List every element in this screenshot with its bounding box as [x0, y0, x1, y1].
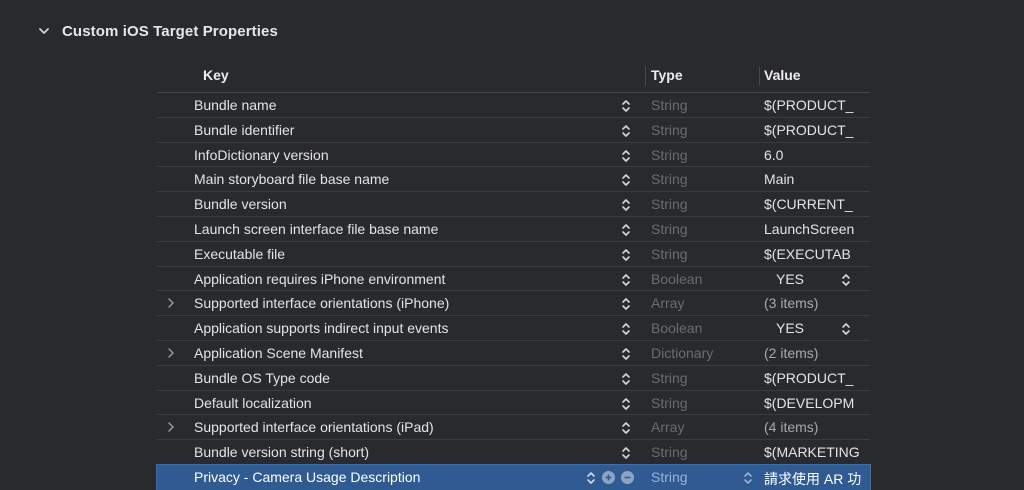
- row-type[interactable]: String: [651, 370, 688, 386]
- row-type[interactable]: String: [651, 171, 688, 187]
- row-value: (3 items): [764, 295, 819, 312]
- value-popup-stepper-icon[interactable]: [840, 272, 852, 288]
- chevron-down-icon[interactable]: [36, 23, 52, 39]
- row-key[interactable]: Privacy - Camera Usage Description: [194, 469, 420, 485]
- row-key[interactable]: Bundle version string (short): [194, 444, 369, 460]
- add-row-icon[interactable]: [602, 470, 615, 484]
- row-key[interactable]: Executable file: [194, 246, 285, 262]
- key-stepper-icon[interactable]: [620, 272, 632, 288]
- key-stepper-icon[interactable]: [620, 296, 632, 312]
- table-row[interactable]: InfoDictionary version String 6.0: [157, 143, 870, 168]
- row-value[interactable]: Main: [764, 171, 868, 187]
- key-stepper-icon[interactable]: [620, 123, 632, 139]
- value-popup-stepper-icon[interactable]: [840, 321, 852, 337]
- key-stepper-icon[interactable]: [620, 396, 632, 412]
- column-separator[interactable]: [759, 66, 760, 86]
- table-row[interactable]: Launch screen interface file base name St…: [157, 217, 870, 242]
- table-row[interactable]: Supported interface orientations (iPad) A…: [157, 415, 870, 441]
- table-row[interactable]: Executable file String $(EXECUTAB: [157, 242, 870, 267]
- row-type[interactable]: Dictionary: [651, 345, 713, 361]
- row-key[interactable]: Default localization: [194, 395, 312, 411]
- row-key[interactable]: Bundle version: [194, 196, 287, 212]
- row-type[interactable]: String: [651, 444, 688, 460]
- table-row[interactable]: Bundle version String $(CURRENT_: [157, 192, 870, 217]
- row-type[interactable]: String: [651, 122, 688, 138]
- row-value[interactable]: $(PRODUCT_: [764, 370, 868, 386]
- key-stepper-icon[interactable]: [585, 470, 597, 486]
- key-stepper-icon[interactable]: [620, 148, 632, 164]
- row-key[interactable]: Application Scene Manifest: [194, 345, 363, 361]
- key-stepper-icon[interactable]: [620, 420, 632, 436]
- row-type[interactable]: Boolean: [651, 320, 702, 336]
- key-stepper-icon[interactable]: [620, 172, 632, 188]
- row-type[interactable]: String: [651, 147, 688, 163]
- table-row[interactable]: Privacy - Camera Usage Description String…: [156, 463, 871, 490]
- row-value[interactable]: 請求使用 AR 功: [764, 469, 868, 489]
- row-value[interactable]: $(EXECUTAB: [764, 246, 868, 262]
- row-value: (4 items): [764, 419, 819, 436]
- row-value[interactable]: $(CURRENT_: [764, 196, 868, 212]
- table-row[interactable]: Application supports indirect input even…: [157, 316, 870, 341]
- table-header: Key Type Value: [157, 60, 870, 93]
- row-key[interactable]: Supported interface orientations (iPad): [194, 419, 434, 435]
- row-type[interactable]: String: [651, 469, 688, 485]
- key-stepper-icon[interactable]: [620, 346, 632, 362]
- table-row[interactable]: Main storyboard file base name String Main: [157, 167, 870, 193]
- row-value[interactable]: 6.0: [764, 147, 868, 163]
- column-separator[interactable]: [645, 66, 646, 86]
- row-key[interactable]: Bundle name: [194, 97, 277, 113]
- column-header-type[interactable]: Type: [651, 67, 683, 83]
- property-list-table: Key Type Value Bundle name String $(PRODUC…: [156, 60, 871, 490]
- key-stepper-icon[interactable]: [620, 247, 632, 263]
- row-value[interactable]: $(PRODUCT_: [764, 122, 868, 138]
- type-stepper-icon[interactable]: [742, 470, 754, 486]
- key-stepper-icon[interactable]: [620, 321, 632, 337]
- remove-row-icon[interactable]: [621, 470, 634, 484]
- table-row[interactable]: Application requires iPhone environment B…: [157, 267, 870, 292]
- column-header-value[interactable]: Value: [764, 67, 801, 83]
- row-type[interactable]: String: [651, 221, 688, 237]
- row-value[interactable]: $(MARKETING: [764, 444, 868, 460]
- key-stepper-icon[interactable]: [620, 371, 632, 387]
- disclosure-chevron-right-icon[interactable]: [165, 346, 177, 360]
- row-type[interactable]: Array: [651, 419, 684, 435]
- table-row[interactable]: Bundle name String $(PRODUCT_: [157, 93, 870, 118]
- key-stepper-icon[interactable]: [620, 98, 632, 114]
- table-row[interactable]: Supported interface orientations (iPhone…: [157, 291, 870, 317]
- table-body: Bundle name String $(PRODUCT_ Bundle identi…: [156, 93, 871, 490]
- table-row[interactable]: Bundle identifier String $(PRODUCT_: [157, 118, 870, 143]
- row-value[interactable]: YES: [776, 271, 826, 287]
- row-type[interactable]: String: [651, 395, 688, 411]
- row-key[interactable]: Application supports indirect input even…: [194, 320, 448, 336]
- row-key[interactable]: InfoDictionary version: [194, 147, 329, 163]
- row-type[interactable]: String: [651, 246, 688, 262]
- key-stepper-icon[interactable]: [620, 197, 632, 213]
- row-key[interactable]: Application requires iPhone environment: [194, 271, 445, 287]
- row-value[interactable]: YES: [776, 320, 826, 336]
- key-stepper-icon[interactable]: [620, 445, 632, 461]
- row-type[interactable]: Array: [651, 295, 684, 311]
- disclosure-chevron-right-icon[interactable]: [165, 420, 177, 434]
- section-header[interactable]: Custom iOS Target Properties: [36, 18, 278, 44]
- column-header-key[interactable]: Key: [203, 67, 229, 83]
- table-row[interactable]: Application Scene Manifest Dictionary (2 i…: [157, 341, 870, 366]
- row-type[interactable]: String: [651, 196, 688, 212]
- row-key[interactable]: Bundle identifier: [194, 122, 294, 138]
- row-type[interactable]: String: [651, 97, 688, 113]
- section-title: Custom iOS Target Properties: [62, 22, 278, 40]
- row-value[interactable]: LaunchScreen: [764, 221, 868, 237]
- row-key[interactable]: Supported interface orientations (iPhone…: [194, 295, 449, 311]
- table-row[interactable]: Default localization String $(DEVELOPM: [157, 391, 870, 416]
- table-row[interactable]: Bundle OS Type code String $(PRODUCT_: [157, 366, 870, 391]
- row-type[interactable]: Boolean: [651, 271, 702, 287]
- row-key[interactable]: Launch screen interface file base name: [194, 221, 438, 237]
- row-value[interactable]: $(DEVELOPM: [764, 395, 868, 411]
- table-row[interactable]: Bundle version string (short) String $(MAR…: [157, 440, 870, 465]
- row-key[interactable]: Bundle OS Type code: [194, 370, 330, 386]
- key-stepper-icon[interactable]: [620, 222, 632, 238]
- row-key[interactable]: Main storyboard file base name: [194, 171, 389, 187]
- disclosure-chevron-right-icon[interactable]: [165, 296, 177, 310]
- row-value[interactable]: $(PRODUCT_: [764, 97, 868, 113]
- row-value: (2 items): [764, 344, 819, 361]
